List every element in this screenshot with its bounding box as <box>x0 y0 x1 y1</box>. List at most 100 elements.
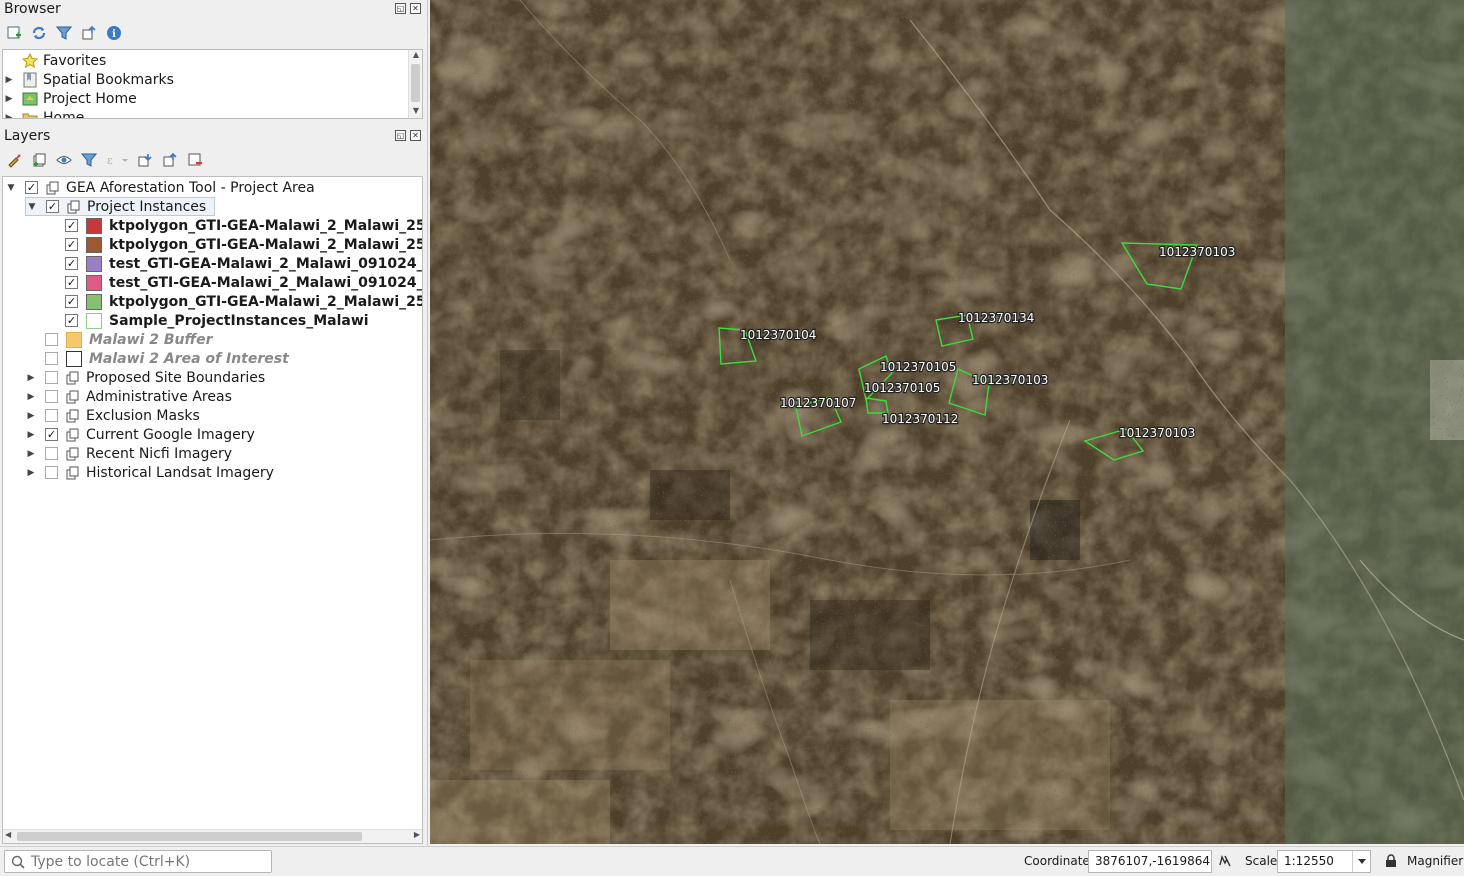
layer-checkbox[interactable] <box>45 352 58 365</box>
expand-arrow-icon[interactable]: ▶ <box>25 392 37 402</box>
expand-arrow-icon[interactable]: ▶ <box>3 75 15 85</box>
layer-checkbox[interactable]: ✓ <box>65 238 78 251</box>
group-icon <box>46 181 60 195</box>
layer-item-buffer[interactable]: Malawi 2 Buffer <box>45 330 213 349</box>
group-icon <box>66 447 80 461</box>
layer-checkbox[interactable]: ✓ <box>65 219 78 232</box>
add-selected-layers-icon[interactable] <box>4 23 24 43</box>
layer-item[interactable]: ✓ ktpolygon_GTI-GEA-Malawi_2_Malawi_2509… <box>65 292 422 311</box>
polygon-label: 1012370134 <box>958 311 1034 325</box>
layer-color-swatch <box>86 274 102 291</box>
status-bar: Type to locate (Ctrl+K) Coordinate 38761… <box>0 846 1464 876</box>
layer-checkbox[interactable]: ✓ <box>65 295 78 308</box>
map-canvas[interactable]: 1012370103 1012370134 1012370104 1012370… <box>430 0 1464 844</box>
polygon-label: 1012370103 <box>972 373 1048 387</box>
project-home-icon <box>21 91 39 107</box>
filter-legend-icon[interactable] <box>79 150 99 170</box>
browser-item-favorites[interactable]: Favorites <box>3 51 106 70</box>
remove-layer-icon[interactable] <box>185 150 205 170</box>
layer-group-administrative-areas[interactable]: ▶ Administrative Areas <box>25 387 232 406</box>
expand-arrow-icon[interactable]: ▶ <box>25 411 37 421</box>
close-icon[interactable]: ✕ <box>410 130 421 141</box>
refresh-icon[interactable] <box>29 23 49 43</box>
project-polygons-layer: 1012370103 1012370134 1012370104 1012370… <box>718 242 1237 461</box>
star-icon <box>21 52 39 69</box>
layer-item[interactable]: ✓ Sample_ProjectInstances_Malawi <box>65 311 369 330</box>
group-icon <box>66 466 80 480</box>
info-icon[interactable]: i <box>104 23 124 43</box>
search-icon <box>11 855 25 869</box>
layer-checkbox[interactable]: ✓ <box>65 257 78 270</box>
polygon-label: 1012370104 <box>740 328 816 342</box>
lock-icon[interactable] <box>1385 854 1397 872</box>
group-icon <box>66 390 80 404</box>
expand-arrow-icon[interactable]: ▶ <box>25 430 37 440</box>
visibility-eye-icon[interactable] <box>54 150 74 170</box>
layer-group-recent-nicfi-imagery[interactable]: ▶ Recent Nicfi Imagery <box>25 444 233 463</box>
chevron-down-icon[interactable] <box>1352 851 1370 872</box>
collapse-all-icon[interactable] <box>160 150 180 170</box>
layers-horizontal-scrollbar[interactable]: ◀ ▶ <box>3 829 422 843</box>
locator-search-input[interactable]: Type to locate (Ctrl+K) <box>4 850 272 873</box>
layer-checkbox[interactable] <box>45 466 58 479</box>
layer-checkbox[interactable] <box>45 333 58 346</box>
layer-checkbox[interactable]: ✓ <box>45 428 58 441</box>
browser-item-spatial-bookmarks[interactable]: ▶ Spatial Bookmarks <box>3 70 174 89</box>
close-icon[interactable]: ✕ <box>410 3 421 14</box>
add-group-icon[interactable] <box>29 150 49 170</box>
filter-expression-icon[interactable]: ε <box>104 150 130 170</box>
float-icon[interactable]: ◱ <box>395 3 406 14</box>
layer-color-swatch <box>86 312 102 329</box>
collapse-arrow-icon[interactable]: ▼ <box>5 183 17 193</box>
left-dock: Browser ◱ ✕ i Favorites ▶ Spatial Bookma… <box>0 0 428 846</box>
layer-color-swatch <box>86 236 102 253</box>
expand-arrow-icon[interactable]: ▶ <box>3 94 15 104</box>
layer-group-current-google-imagery[interactable]: ▶ ✓ Current Google Imagery <box>25 425 255 444</box>
layer-group-project-instances[interactable]: ▼ ✓ Project Instances <box>25 197 216 216</box>
filter-icon[interactable] <box>54 23 74 43</box>
layer-item[interactable]: ✓ ktpolygon_GTI-GEA-Malawi_2_Malawi_2509… <box>65 216 422 235</box>
layer-checkbox[interactable] <box>45 371 58 384</box>
expand-arrow-icon[interactable]: ▶ <box>3 113 15 119</box>
layer-checkbox[interactable]: ✓ <box>46 200 59 213</box>
scale-combo[interactable]: 1:12550 <box>1277 850 1371 873</box>
scale-label: Scale <box>1245 854 1278 868</box>
layer-checkbox[interactable]: ✓ <box>25 181 38 194</box>
magnifier-label: Magnifier <box>1407 854 1464 868</box>
browser-scrollbar[interactable]: ▲ ▼ <box>408 50 422 118</box>
layer-item[interactable]: ✓ test_GTI-GEA-Malawi_2_Malawi_091024_fb… <box>65 273 422 292</box>
layer-item-area-of-interest[interactable]: Malawi 2 Area of Interest <box>45 349 289 368</box>
svg-text:ε: ε <box>107 154 113 167</box>
layer-group-historical-landsat-imagery[interactable]: ▶ Historical Landsat Imagery <box>25 463 274 482</box>
polygon-label: 1012370105 <box>880 360 956 374</box>
layer-checkbox[interactable] <box>45 447 58 460</box>
float-icon[interactable]: ◱ <box>395 130 406 141</box>
toggle-extents-icon[interactable] <box>1216 853 1232 873</box>
layer-item[interactable]: ✓ test_GTI-GEA-Malawi_2_Malawi_091024_fb… <box>65 254 422 273</box>
collapse-arrow-icon[interactable]: ▼ <box>26 202 38 212</box>
layer-color-swatch <box>66 331 82 348</box>
expand-arrow-icon[interactable]: ▶ <box>25 449 37 459</box>
svg-text:i: i <box>112 29 116 40</box>
expand-arrow-icon[interactable]: ▶ <box>25 468 37 478</box>
layer-checkbox[interactable]: ✓ <box>65 314 78 327</box>
polygon-label: 1012370105 <box>864 381 940 395</box>
layer-checkbox[interactable] <box>45 390 58 403</box>
project-polygon[interactable] <box>865 397 889 414</box>
style-brush-icon[interactable] <box>4 150 24 170</box>
layer-item[interactable]: ✓ ktpolygon_GTI-GEA-Malawi_2_Malawi_2509… <box>65 235 422 254</box>
group-icon <box>66 428 80 442</box>
expand-all-icon[interactable] <box>135 150 155 170</box>
polygon-label: 1012370107 <box>780 396 856 410</box>
layer-checkbox[interactable] <box>45 409 58 422</box>
layer-group-exclusion-masks[interactable]: ▶ Exclusion Masks <box>25 406 200 425</box>
coordinate-field[interactable]: 3876107,-1619864 <box>1088 850 1212 873</box>
browser-item-project-home[interactable]: ▶ Project Home <box>3 89 137 108</box>
layer-group-proposed-site-boundaries[interactable]: ▶ Proposed Site Boundaries <box>25 368 266 387</box>
layer-group-root[interactable]: ▼ ✓ GEA Aforestation Tool - Project Area <box>5 178 315 197</box>
expand-arrow-icon[interactable]: ▶ <box>25 373 37 383</box>
polygon-label: 1012370103 <box>1119 426 1195 440</box>
layer-checkbox[interactable]: ✓ <box>65 276 78 289</box>
browser-item-home[interactable]: ▶ Home <box>3 108 84 119</box>
collapse-all-icon[interactable] <box>79 23 99 43</box>
